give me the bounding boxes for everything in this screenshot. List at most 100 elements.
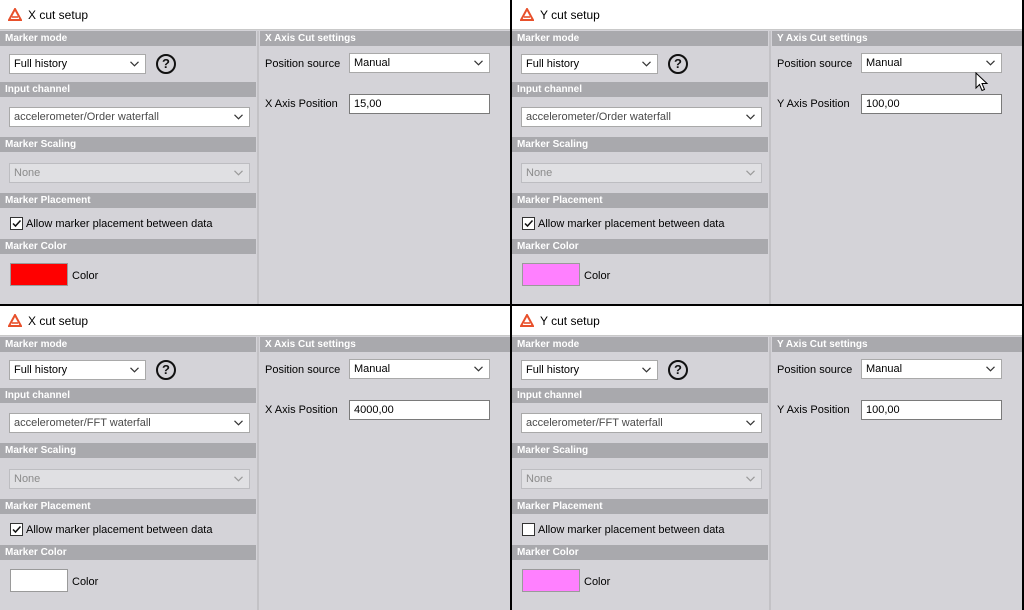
input-channel-value: accelerometer/FFT waterfall [14, 417, 151, 429]
input-channel-select[interactable]: accelerometer/FFT waterfall [521, 413, 762, 433]
allow-between-label: Allow marker placement between data [538, 218, 725, 230]
panel-title: X cut setup [28, 314, 89, 328]
color-label: Color [584, 270, 611, 282]
section-header-marker-mode: Marker mode [512, 31, 768, 46]
marker-mode-select[interactable]: Full history [521, 54, 658, 74]
section-header-input-channel: Input channel [512, 82, 768, 97]
allow-between-checkbox[interactable] [522, 523, 535, 536]
position-source-select[interactable]: Manual [861, 53, 1002, 73]
section-header-marker-scaling: Marker Scaling [0, 137, 256, 152]
chevron-down-icon [746, 114, 755, 120]
column-divider [769, 337, 771, 610]
marker-scaling-value: None [526, 167, 553, 179]
position-source-value: Manual [354, 57, 391, 69]
marker-mode-select[interactable]: Full history [521, 360, 658, 380]
input-channel-select[interactable]: accelerometer/FFT waterfall [9, 413, 250, 433]
position-source-select[interactable]: Manual [349, 359, 490, 379]
position-source-select[interactable]: Manual [861, 359, 1002, 379]
input-channel-value: accelerometer/Order waterfall [526, 111, 671, 123]
allow-between-checkbox[interactable] [10, 217, 23, 230]
section-header-input-channel: Input channel [0, 82, 256, 97]
position-source-label: Position source [777, 364, 853, 376]
chevron-down-icon [474, 60, 483, 66]
column-divider [257, 337, 259, 610]
section-header-marker-placement: Marker Placement [512, 499, 768, 514]
section-header-axis-cut: X Axis Cut settings [260, 31, 510, 46]
marker-scaling-select: None [521, 163, 762, 183]
help-button[interactable]: ? [156, 54, 176, 74]
section-header-axis-cut: Y Axis Cut settings [772, 337, 1022, 352]
marker-scaling-value: None [14, 473, 41, 485]
marker-scaling-value: None [526, 473, 553, 485]
section-header-marker-mode: Marker mode [512, 337, 768, 352]
app-logo-icon [8, 8, 22, 21]
chevron-down-icon [642, 61, 651, 67]
checkmark-icon [12, 525, 22, 534]
help-button[interactable]: ? [668, 54, 688, 74]
chevron-down-icon [130, 367, 139, 373]
section-header-marker-placement: Marker Placement [512, 193, 768, 208]
axis-position-input[interactable]: 4000,00 [349, 400, 490, 420]
section-header-marker-mode: Marker mode [0, 31, 256, 46]
marker-scaling-select: None [9, 469, 250, 489]
axis-position-input[interactable]: 15,00 [349, 94, 490, 114]
marker-mode-select[interactable]: Full history [9, 360, 146, 380]
section-header-marker-scaling: Marker Scaling [512, 137, 768, 152]
allow-between-checkbox[interactable] [522, 217, 535, 230]
section-header-marker-color: Marker Color [512, 239, 768, 254]
panel-titlebar: Y cut setup [512, 0, 1022, 30]
chevron-down-icon [474, 366, 483, 372]
panel-titlebar: X cut setup [0, 0, 510, 30]
section-header-input-channel: Input channel [512, 388, 768, 403]
app-logo-icon [520, 8, 534, 21]
color-swatch[interactable] [522, 569, 580, 592]
app-logo-icon [8, 314, 22, 327]
chevron-down-icon [746, 476, 755, 482]
marker-scaling-value: None [14, 167, 41, 179]
panel-title: Y cut setup [540, 314, 600, 328]
panel-title: Y cut setup [540, 8, 600, 22]
axis-position-input[interactable]: 100,00 [861, 400, 1002, 420]
color-swatch[interactable] [10, 263, 68, 286]
position-source-label: Position source [265, 364, 341, 376]
section-header-marker-color: Marker Color [512, 545, 768, 560]
position-source-select[interactable]: Manual [349, 53, 490, 73]
marker-mode-value: Full history [14, 364, 68, 376]
marker-mode-value: Full history [526, 58, 580, 70]
position-source-label: Position source [265, 58, 341, 70]
mouse-cursor-icon [975, 72, 989, 92]
color-label: Color [72, 270, 99, 282]
axis-position-input[interactable]: 100,00 [861, 94, 1002, 114]
marker-mode-value: Full history [526, 364, 580, 376]
chevron-down-icon [986, 366, 995, 372]
color-label: Color [584, 576, 611, 588]
marker-mode-select[interactable]: Full history [9, 54, 146, 74]
allow-between-label: Allow marker placement between data [26, 218, 213, 230]
chevron-down-icon [986, 60, 995, 66]
axis-position-label: Y Axis Position [777, 404, 850, 416]
position-source-value: Manual [866, 363, 903, 375]
input-channel-select[interactable]: accelerometer/Order waterfall [9, 107, 250, 127]
chevron-down-icon [746, 420, 755, 426]
allow-between-checkbox[interactable] [10, 523, 23, 536]
input-channel-value: accelerometer/Order waterfall [14, 111, 159, 123]
allow-between-label: Allow marker placement between data [26, 524, 213, 536]
section-header-marker-placement: Marker Placement [0, 499, 256, 514]
help-button[interactable]: ? [668, 360, 688, 380]
input-channel-select[interactable]: accelerometer/Order waterfall [521, 107, 762, 127]
allow-between-label: Allow marker placement between data [538, 524, 725, 536]
color-swatch[interactable] [10, 569, 68, 592]
section-header-axis-cut: Y Axis Cut settings [772, 31, 1022, 46]
help-button[interactable]: ? [156, 360, 176, 380]
chevron-down-icon [234, 170, 243, 176]
axis-position-label: Y Axis Position [777, 98, 850, 110]
section-header-marker-color: Marker Color [0, 239, 256, 254]
checkmark-icon [524, 219, 534, 228]
chevron-down-icon [746, 170, 755, 176]
position-source-label: Position source [777, 58, 853, 70]
panel-titlebar: Y cut setup [512, 306, 1022, 336]
color-swatch[interactable] [522, 263, 580, 286]
cut-setup-panel: Y cut setup Marker mode Full history ? I… [512, 0, 1022, 304]
column-divider [257, 31, 259, 304]
axis-position-label: X Axis Position [265, 404, 338, 416]
